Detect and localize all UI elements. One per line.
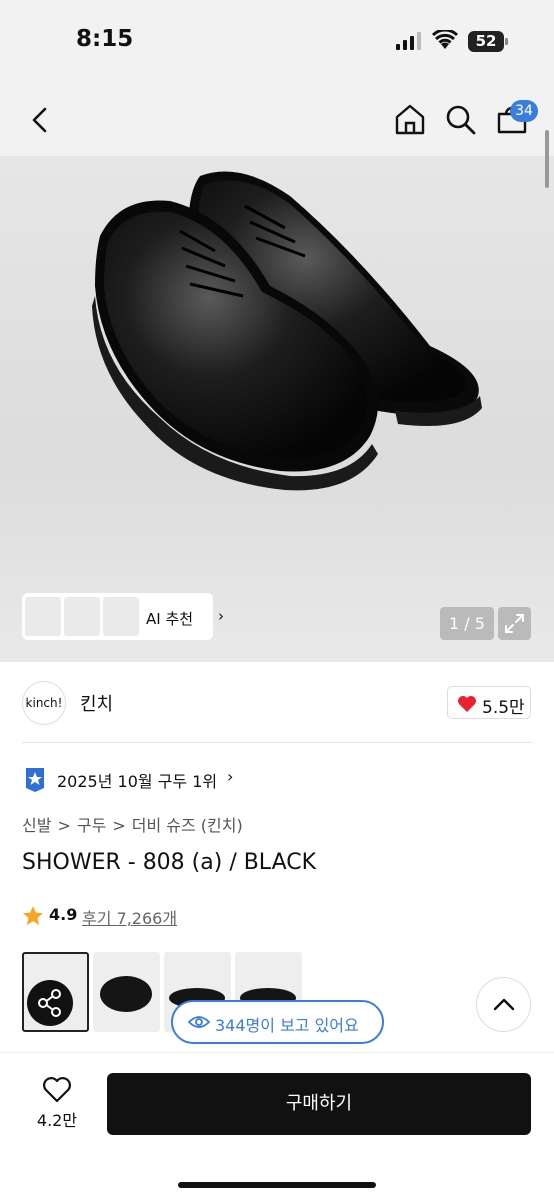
breadcrumb-item-shoes[interactable]: 신발: [22, 816, 51, 835]
shop-logo[interactable]: kinch!: [22, 681, 66, 725]
battery-indicator: 52: [468, 31, 508, 52]
buy-button[interactable]: 구매하기: [107, 1073, 531, 1135]
breadcrumb-separator: >: [112, 816, 126, 835]
rank-badge-icon: [26, 768, 44, 792]
scroll-top-button[interactable]: [476, 977, 531, 1032]
wifi-icon: [432, 30, 458, 49]
product-title: SHOWER - 808 (a) / BLACK: [22, 850, 317, 875]
share-icon: [38, 989, 61, 1017]
breadcrumb: 신발 > 구두 > 더비 슈즈 (킨치): [22, 812, 249, 836]
wish-count: 4.2만: [36, 1111, 78, 1130]
status-time: 8:15: [76, 26, 134, 52]
ai-thumb-3: [103, 597, 139, 636]
ai-thumb-2: [64, 597, 100, 636]
chevron-up-icon: [493, 998, 515, 1011]
breadcrumb-item-dress-shoes[interactable]: 구두: [77, 816, 106, 835]
search-icon[interactable]: [445, 104, 477, 136]
review-link[interactable]: 후기 7,266개: [82, 905, 177, 929]
ai-recommend-chip[interactable]: AI 추천 ›: [22, 593, 224, 640]
viewers-pill: 344명이 보고 있어요: [171, 1000, 384, 1044]
star-icon: [23, 906, 43, 925]
battery-cap: [505, 38, 508, 45]
heart-icon: [458, 696, 476, 712]
status-bar: 8:15 52: [0, 0, 554, 84]
rating-value: 4.9: [49, 905, 78, 924]
cart-count-badge: 34: [510, 100, 538, 122]
heart-outline-icon[interactable]: [42, 1077, 72, 1103]
chevron-right-icon: ›: [218, 607, 224, 625]
scroll-indicator[interactable]: [545, 130, 549, 188]
product-image[interactable]: [0, 156, 554, 662]
viewers-text: 344명이 보고 있어요: [215, 1016, 359, 1035]
image-page-counter: 1 / 5: [440, 607, 494, 640]
shop-name[interactable]: 킨치: [80, 690, 113, 716]
shoes-illustration: [92, 171, 482, 491]
thumbnail-2[interactable]: [93, 952, 160, 1032]
shoe-thumb-image: [100, 976, 152, 1012]
breadcrumb-separator: >: [57, 816, 71, 835]
back-icon[interactable]: [28, 106, 52, 134]
signal-icon: [396, 32, 421, 50]
ai-thumb-1: [25, 597, 61, 636]
like-count: 5.5만: [482, 698, 525, 718]
battery-level: 52: [468, 31, 504, 52]
divider: [22, 742, 532, 743]
ranking-text: 2025년 10월 구두 1위: [57, 772, 218, 791]
eye-icon: [188, 1016, 210, 1028]
home-icon[interactable]: [394, 103, 426, 135]
breadcrumb-item-derby[interactable]: 더비 슈즈 (킨치): [132, 816, 243, 835]
home-indicator: [178, 1182, 376, 1188]
share-button[interactable]: [27, 980, 73, 1026]
expand-icon: [505, 614, 524, 633]
chevron-right-icon: ›: [227, 767, 234, 786]
like-button[interactable]: 5.5만: [447, 686, 531, 719]
expand-button[interactable]: [498, 607, 531, 640]
ai-recommend-label: AI 추천: [146, 610, 194, 628]
